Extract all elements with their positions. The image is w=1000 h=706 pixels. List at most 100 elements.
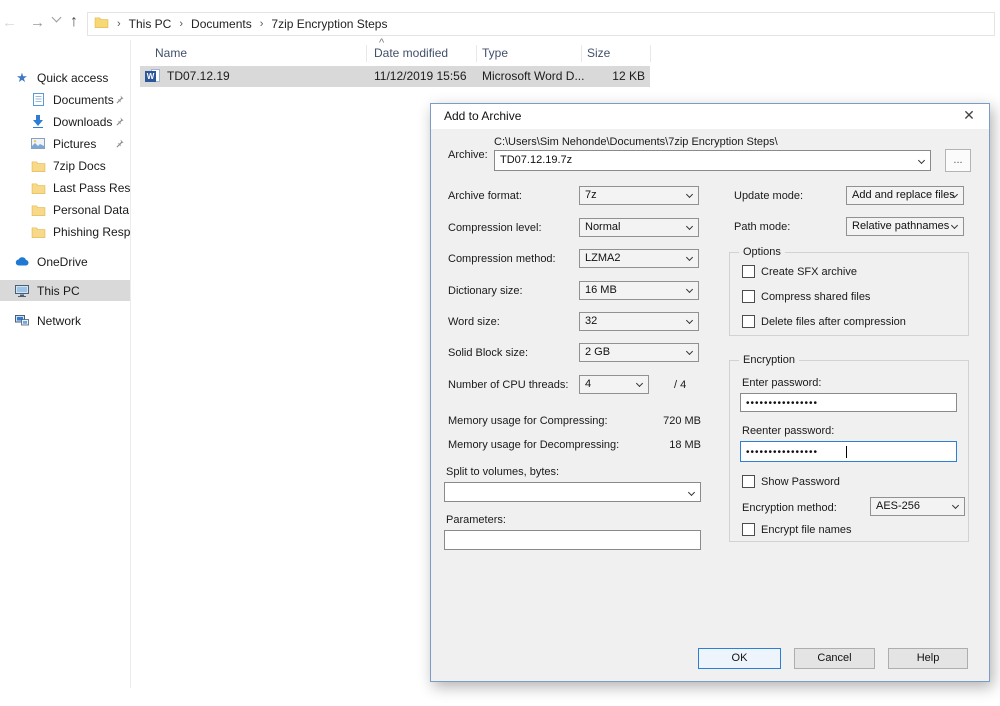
- cpu-threads-value: 4: [585, 378, 591, 390]
- options-groupbox: Options Create SFX archive Compress shar…: [729, 252, 969, 336]
- show-password-checkbox[interactable]: [742, 475, 755, 488]
- compression-level-combobox[interactable]: Normal: [579, 218, 699, 237]
- delete-after-checkbox-row[interactable]: Delete files after compression: [742, 315, 906, 328]
- update-mode-combobox[interactable]: Add and replace files: [846, 186, 964, 205]
- cpu-threads-label: Number of CPU threads:: [448, 379, 568, 391]
- word-document-icon: W: [145, 69, 161, 87]
- sidebar-item-phishing-responses[interactable]: Phishing Responses: [0, 221, 130, 242]
- encryption-method-combobox[interactable]: AES-256: [870, 497, 965, 516]
- compress-shared-checkbox-row[interactable]: Compress shared files: [742, 290, 870, 303]
- up-button[interactable]: ↑: [70, 13, 78, 31]
- encryption-method-value: AES-256: [876, 500, 920, 512]
- chevron-down-icon[interactable]: [686, 191, 693, 198]
- memory-decompress-label: Memory usage for Decompressing:: [448, 439, 619, 451]
- column-divider[interactable]: [581, 45, 582, 62]
- memory-compress-label: Memory usage for Compressing:: [448, 415, 608, 427]
- reenter-password-label: Reenter password:: [742, 425, 834, 437]
- chevron-down-icon[interactable]: [636, 380, 643, 387]
- chevron-down-icon[interactable]: [686, 223, 693, 230]
- sidebar-item-this-pc[interactable]: This PC: [0, 280, 130, 301]
- explorer-toolbar: ← → ↑ › This PC › Documents › 7zip Encry…: [0, 0, 1000, 40]
- path-mode-combobox[interactable]: Relative pathnames: [846, 217, 964, 236]
- address-bar[interactable]: › This PC › Documents › 7zip Encryption …: [87, 12, 995, 36]
- chevron-down-icon[interactable]: [951, 222, 958, 229]
- column-divider[interactable]: [366, 45, 367, 62]
- solid-block-size-combobox[interactable]: 2 GB: [579, 343, 699, 362]
- browse-button[interactable]: ...: [945, 149, 971, 172]
- file-size: 12 KB: [585, 69, 645, 83]
- sidebar-item-quick-access[interactable]: ★ Quick access: [0, 67, 130, 88]
- sidebar-item-pictures[interactable]: Pictures: [0, 133, 130, 154]
- encrypt-names-checkbox-row[interactable]: Encrypt file names: [742, 523, 851, 536]
- file-row-selected[interactable]: W TD07.12.19 11/12/2019 15:56 Microsoft …: [140, 66, 650, 87]
- chevron-down-icon[interactable]: [686, 348, 693, 355]
- create-sfx-checkbox[interactable]: [742, 265, 755, 278]
- sidebar-item-label: 7zip Docs: [53, 159, 106, 173]
- download-icon: [30, 115, 46, 128]
- sidebar-item-onedrive[interactable]: OneDrive: [0, 251, 130, 272]
- sidebar-item-downloads[interactable]: Downloads: [0, 111, 130, 132]
- chevron-down-icon[interactable]: [686, 317, 693, 324]
- word-size-combobox[interactable]: 32: [579, 312, 699, 331]
- show-password-checkbox-row[interactable]: Show Password: [742, 475, 840, 488]
- dictionary-size-combobox[interactable]: 16 MB: [579, 281, 699, 300]
- compression-method-combobox[interactable]: LZMA2: [579, 249, 699, 268]
- sidebar-item-label: This PC: [37, 284, 80, 298]
- options-group-title: Options: [739, 246, 785, 258]
- chevron-down-icon[interactable]: [686, 254, 693, 261]
- file-date-modified: 11/12/2019 15:56: [374, 69, 467, 83]
- encrypt-names-label: Encrypt file names: [761, 524, 851, 536]
- split-volumes-combobox[interactable]: [444, 482, 701, 502]
- show-password-label: Show Password: [761, 476, 840, 488]
- column-divider[interactable]: [476, 45, 477, 62]
- sidebar-item-label: Phishing Responses: [53, 225, 130, 239]
- back-button[interactable]: ←: [2, 14, 17, 31]
- chevron-down-icon[interactable]: [952, 502, 959, 509]
- encrypt-names-checkbox[interactable]: [742, 523, 755, 536]
- parameters-input[interactable]: [444, 530, 701, 550]
- dialog-titlebar[interactable]: Add to Archive ✕: [431, 104, 989, 129]
- archive-format-combobox[interactable]: 7z: [579, 186, 699, 205]
- sidebar-item-documents[interactable]: Documents: [0, 89, 130, 110]
- create-sfx-checkbox-row[interactable]: Create SFX archive: [742, 265, 857, 278]
- sidebar-item-label: Documents: [53, 93, 114, 107]
- sidebar-item-label: Last Pass Responses: [53, 181, 130, 195]
- column-divider[interactable]: [650, 45, 651, 62]
- sidebar-item-label: Downloads: [53, 115, 112, 129]
- sidebar-item-personal-data-breach[interactable]: Personal Data Breac: [0, 199, 130, 220]
- close-icon[interactable]: ✕: [959, 107, 979, 124]
- encryption-method-label: Encryption method:: [742, 502, 837, 514]
- folder-icon: [30, 226, 46, 238]
- archive-name-value: TD07.12.19.7z: [500, 154, 572, 166]
- column-header-date-modified[interactable]: Date modified: [374, 46, 448, 60]
- archive-name-combobox[interactable]: TD07.12.19.7z: [494, 150, 931, 171]
- breadcrumb-documents[interactable]: Documents: [191, 17, 252, 31]
- delete-after-checkbox[interactable]: [742, 315, 755, 328]
- sidebar-item-7zip-docs[interactable]: 7zip Docs: [0, 155, 130, 176]
- enter-password-input[interactable]: ••••••••••••••••: [740, 393, 957, 412]
- chevron-down-icon[interactable]: [688, 489, 695, 496]
- column-header-type[interactable]: Type: [482, 46, 508, 60]
- recent-locations-chevron-icon[interactable]: [52, 13, 62, 23]
- chevron-down-icon[interactable]: [918, 157, 925, 164]
- add-to-archive-dialog: Add to Archive ✕ Archive: C:\Users\Sim N…: [430, 103, 990, 682]
- this-pc-icon: [14, 285, 30, 297]
- sidebar-item-network[interactable]: Network: [0, 310, 130, 331]
- column-header-name[interactable]: Name: [155, 46, 187, 60]
- ok-button[interactable]: OK: [698, 648, 781, 669]
- compress-shared-checkbox[interactable]: [742, 290, 755, 303]
- reenter-password-input[interactable]: ••••••••••••••••: [740, 441, 957, 462]
- column-header-size[interactable]: Size: [587, 46, 610, 60]
- chevron-down-icon[interactable]: [686, 286, 693, 293]
- breadcrumb-this-pc[interactable]: This PC: [129, 17, 172, 31]
- help-button[interactable]: Help: [888, 648, 968, 669]
- breadcrumb-current-folder[interactable]: 7zip Encryption Steps: [271, 17, 387, 31]
- sidebar-item-last-pass-responses[interactable]: Last Pass Responses: [0, 177, 130, 198]
- forward-button[interactable]: →: [30, 14, 45, 31]
- split-volumes-label: Split to volumes, bytes:: [446, 466, 559, 478]
- cpu-threads-combobox[interactable]: 4: [579, 375, 649, 394]
- solid-block-size-value: 2 GB: [585, 346, 610, 358]
- cancel-button[interactable]: Cancel: [794, 648, 875, 669]
- sidebar-item-label: Quick access: [37, 71, 108, 85]
- path-mode-value: Relative pathnames: [852, 220, 949, 232]
